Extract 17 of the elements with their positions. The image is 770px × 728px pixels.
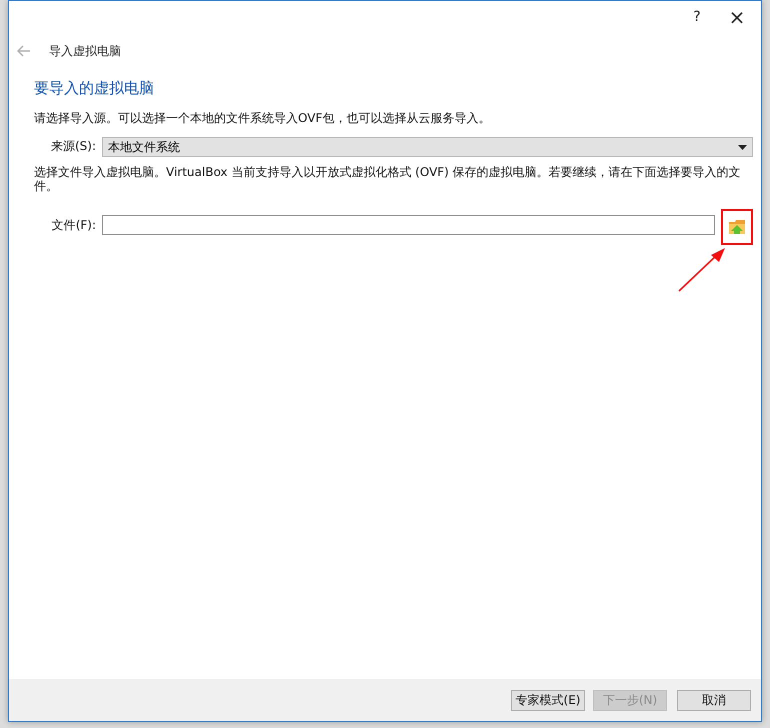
close-button[interactable]: ×: [717, 3, 757, 31]
dialog-button[interactable]: 专家模式(E): [511, 690, 585, 710]
intro-text: 请选择导入源。可以选择一个本地的文件系统导入OVF包，也可以选择从云服务导入。: [34, 110, 492, 127]
source-dropdown[interactable]: 本地文件系统: [102, 137, 753, 157]
description-text: 选择文件导入虚拟电脑。VirtualBox 当前支持导入以开放式虚拟化格式 (OVF) 保存的虚拟电脑。若要继续，请在下面选择要导入的文件。: [34, 165, 742, 193]
help-button[interactable]: ?: [677, 3, 717, 31]
folder-icon: [728, 219, 746, 235]
file-label: 文件(F):: [50, 216, 96, 234]
page-heading: 要导入的虚拟电脑: [34, 79, 155, 98]
dropdown-caret-icon: [738, 144, 747, 150]
source-label: 来源(S):: [50, 138, 96, 154]
file-path-field[interactable]: [102, 215, 715, 235]
wizard-title: 导入虚拟电脑: [49, 42, 121, 60]
annotation-arrow: [677, 247, 727, 293]
back-arrow-icon[interactable]: [17, 45, 31, 57]
dialog-button[interactable]: 取消: [677, 690, 751, 710]
browse-button[interactable]: [726, 217, 748, 237]
